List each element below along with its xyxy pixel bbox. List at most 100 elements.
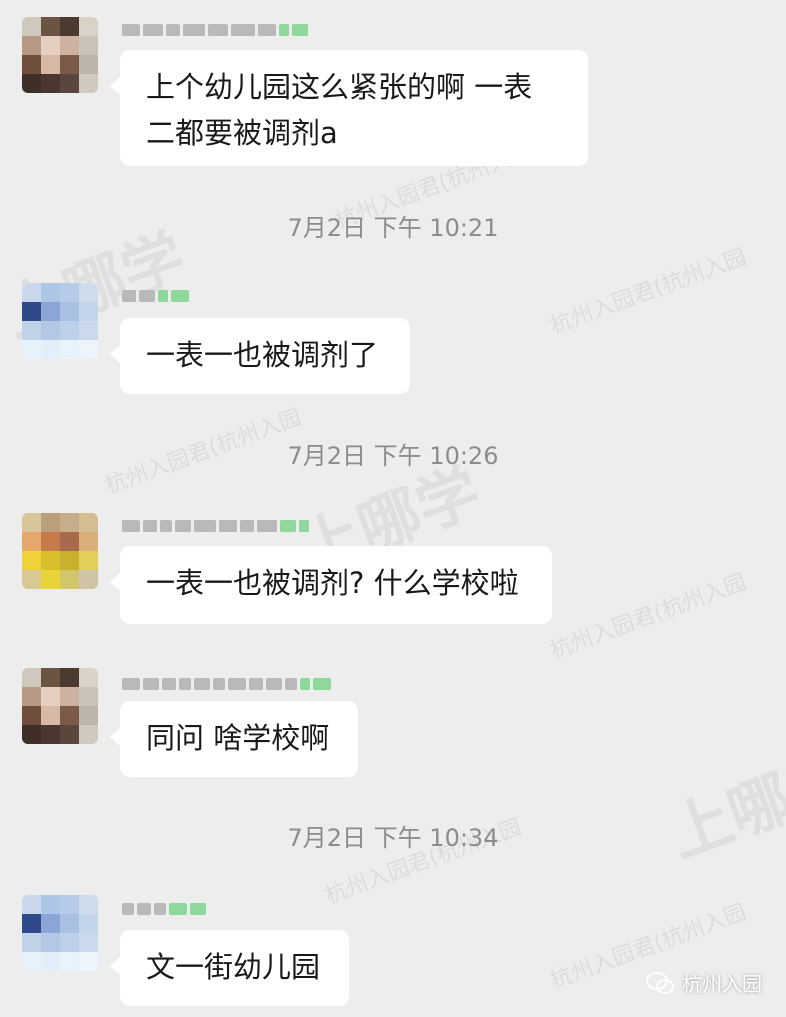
sender-name-block <box>257 520 277 532</box>
message-bubble[interactable]: 一表一也被调剂了 <box>110 318 410 394</box>
avatar-pixel <box>22 668 41 687</box>
account-name: 杭州入园 <box>682 972 762 996</box>
sender-name-block <box>183 24 205 36</box>
avatar-pixel <box>22 952 41 971</box>
avatar-pixel <box>41 725 60 744</box>
avatar-pixel <box>22 302 41 321</box>
avatar-pixel <box>60 895 79 914</box>
sender-name-block <box>219 520 237 532</box>
watermark-text-2: 杭州入园君(杭州入园 <box>547 244 750 340</box>
avatar-pixel <box>79 302 98 321</box>
avatar-pixel <box>22 725 41 744</box>
watermark-text-4: 杭州入园君(杭州入园 <box>547 569 750 665</box>
sender-name-block <box>154 903 166 915</box>
avatar-pixel <box>22 513 41 532</box>
avatar-pixel <box>41 340 60 359</box>
avatar-pixel <box>79 17 98 36</box>
avatar-pixel <box>41 302 60 321</box>
sender-name-block <box>292 24 308 36</box>
sender-name-block <box>300 678 310 690</box>
sender-name-block <box>231 24 255 36</box>
sender-name-block <box>179 678 191 690</box>
sender-name-block <box>266 678 282 690</box>
sender-name-block <box>194 520 216 532</box>
sender-name-block <box>240 520 254 532</box>
avatar-pixel <box>41 570 60 589</box>
message-bubble[interactable]: 同问 啥学校啊 <box>110 701 358 777</box>
avatar-pixel <box>60 513 79 532</box>
avatar-pixel <box>41 706 60 725</box>
avatar-pixel <box>60 551 79 570</box>
sender-name-block <box>208 24 228 36</box>
avatar-pixel <box>22 914 41 933</box>
avatar[interactable] <box>22 895 98 971</box>
avatar-pixel <box>41 513 60 532</box>
message-bubble[interactable]: 一表一也被调剂? 什么学校啦 <box>110 546 552 624</box>
avatar-pixel <box>60 321 79 340</box>
sender-name-blurred <box>122 901 206 917</box>
sender-name-block <box>122 290 136 302</box>
message-timestamp: 7月2日 下午 10:21 <box>287 214 499 242</box>
avatar-pixel <box>79 706 98 725</box>
avatar-pixel <box>79 551 98 570</box>
avatar-pixel <box>79 513 98 532</box>
avatar-pixel <box>79 55 98 74</box>
avatar-pixel <box>41 952 60 971</box>
avatar-pixel <box>60 302 79 321</box>
avatar[interactable] <box>22 668 98 744</box>
avatar-pixel <box>41 551 60 570</box>
avatar-pixel <box>60 55 79 74</box>
avatar-pixel <box>41 321 60 340</box>
avatar-pixel <box>22 570 41 589</box>
sender-name-block <box>143 24 163 36</box>
sender-name-block <box>122 520 140 532</box>
avatar[interactable] <box>22 513 98 589</box>
avatar-pixel <box>22 340 41 359</box>
avatar-pixel <box>22 55 41 74</box>
wechat-icon <box>646 971 674 994</box>
sender-name-block <box>122 678 140 690</box>
avatar-pixel <box>79 340 98 359</box>
avatar-pixel <box>79 914 98 933</box>
avatar-pixel <box>41 36 60 55</box>
avatar-pixel <box>41 74 60 93</box>
avatar-pixel <box>79 532 98 551</box>
account-watermark: 杭州入园 <box>646 968 762 997</box>
avatar-pixel <box>79 687 98 706</box>
avatar-pixel <box>79 668 98 687</box>
avatar-pixel <box>41 283 60 302</box>
avatar-pixel <box>22 706 41 725</box>
avatar-pixel <box>41 914 60 933</box>
sender-name-block <box>122 903 134 915</box>
avatar-pixel <box>60 74 79 93</box>
message-bubble[interactable]: 上个幼儿园这么紧张的啊 一表 二都要被调剂a <box>110 50 588 166</box>
chat-area: 上哪学 杭州入园君(杭州入园 杭州入园君(杭州入园 杭州入园君(杭州入园 上哪学… <box>0 0 786 1017</box>
avatar-pixel <box>22 74 41 93</box>
sender-name-blurred <box>122 22 308 38</box>
avatar-pixel <box>79 321 98 340</box>
sender-name-block <box>162 678 176 690</box>
avatar-pixel <box>22 933 41 952</box>
sender-name-block <box>285 678 297 690</box>
avatar-pixel <box>79 36 98 55</box>
sender-name-block <box>194 678 210 690</box>
avatar-pixel <box>60 933 79 952</box>
message-timestamp: 7月2日 下午 10:26 <box>287 442 499 470</box>
avatar[interactable] <box>22 283 98 359</box>
sender-name-blurred <box>122 518 309 534</box>
sender-name-block <box>279 24 289 36</box>
avatar-pixel <box>60 914 79 933</box>
avatar-pixel <box>41 55 60 74</box>
avatar-pixel <box>60 36 79 55</box>
sender-name-block <box>137 903 151 915</box>
avatar-pixel <box>79 895 98 914</box>
avatar-pixel <box>79 570 98 589</box>
avatar-pixel <box>60 687 79 706</box>
avatar-pixel <box>22 895 41 914</box>
sender-name-block <box>169 903 187 915</box>
avatar-pixel <box>41 687 60 706</box>
avatar-pixel <box>22 321 41 340</box>
avatar-pixel <box>60 17 79 36</box>
message-bubble[interactable]: 文一街幼儿园 <box>110 930 349 1006</box>
avatar[interactable] <box>22 17 98 93</box>
